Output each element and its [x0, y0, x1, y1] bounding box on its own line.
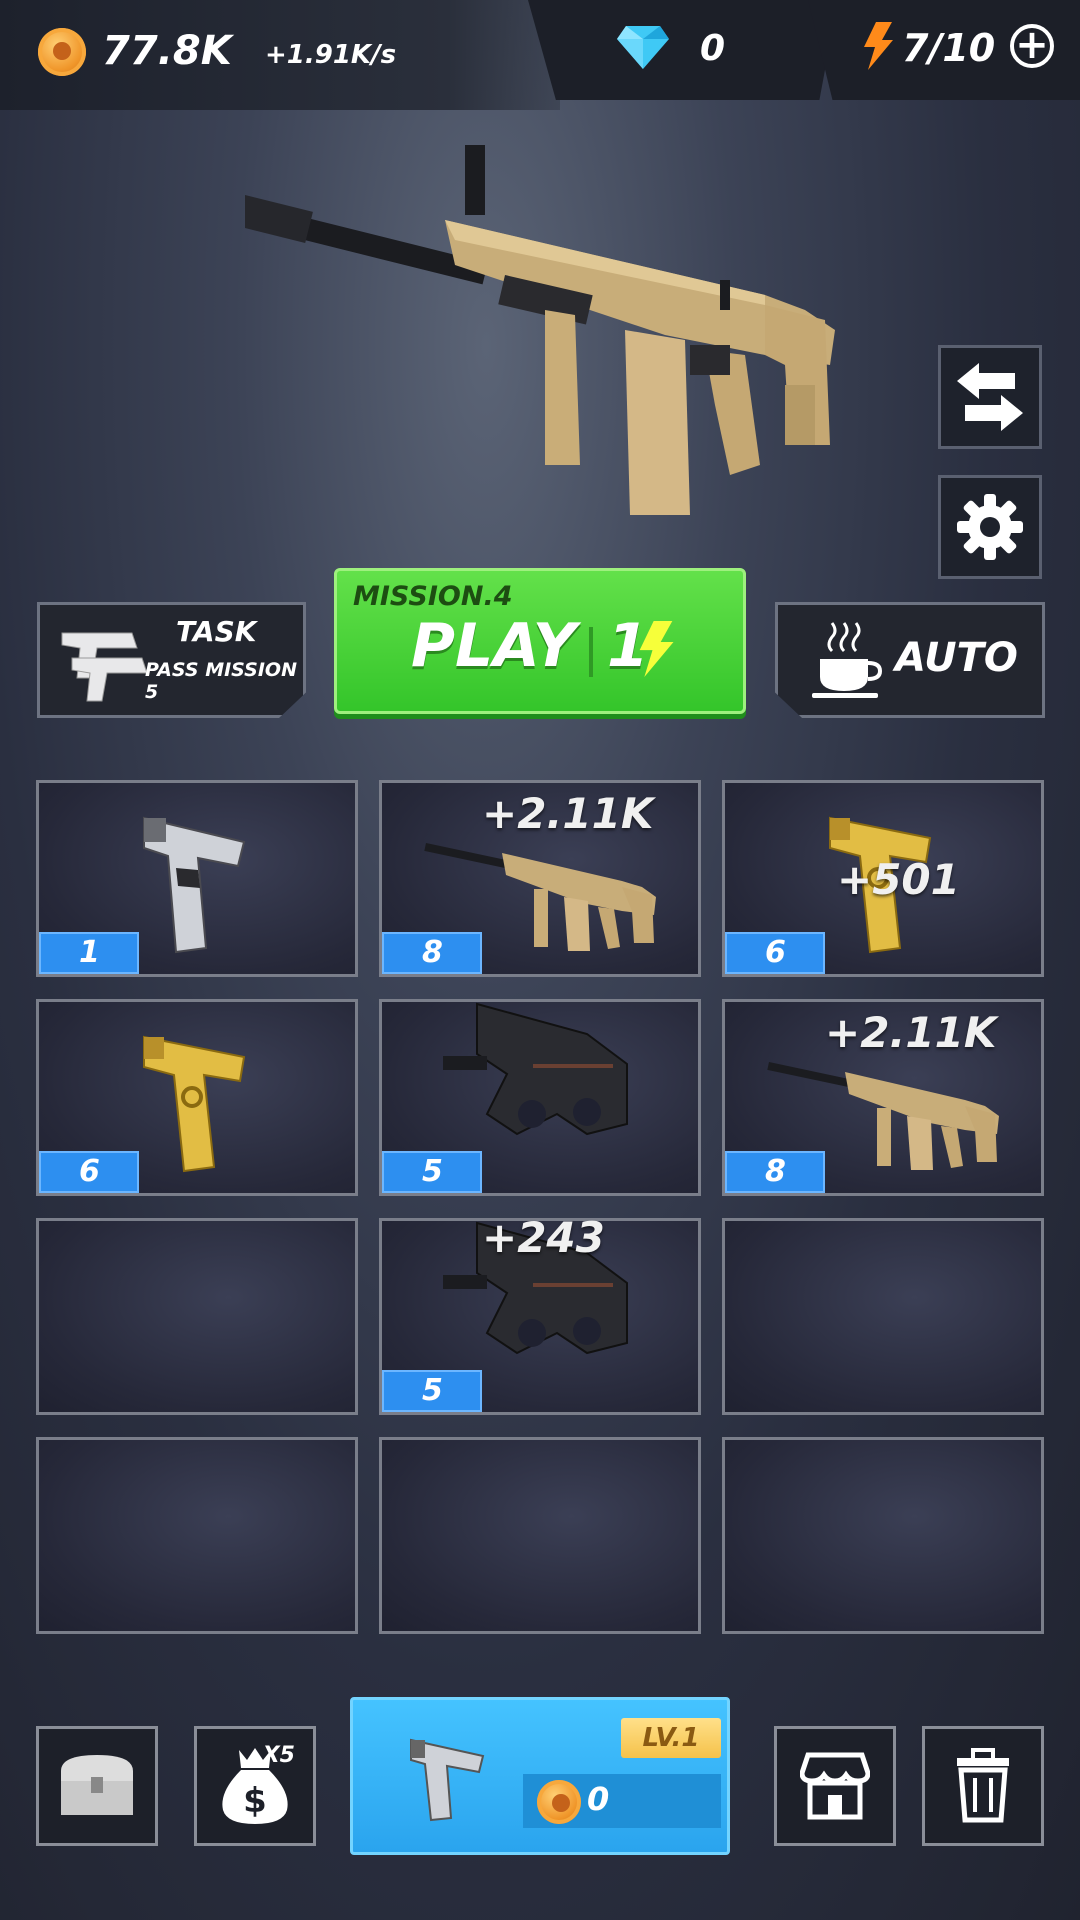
- money-bag-multiplier: X5: [262, 1743, 295, 1768]
- add-energy-button[interactable]: +: [1010, 24, 1054, 68]
- task-description: PASS MISSION 5: [145, 659, 297, 703]
- grid-slot-empty[interactable]: [36, 1437, 358, 1634]
- income-popup: +501: [837, 855, 960, 904]
- play-lightning-icon: [639, 621, 674, 677]
- store-icon: [800, 1752, 870, 1820]
- mission-label: MISSION.4: [353, 581, 513, 612]
- grid-slot-tan-rifle[interactable]: 8 +2.11K: [379, 780, 701, 977]
- chest-icon: [61, 1755, 133, 1815]
- silver-pistol-image: [134, 808, 274, 962]
- gear-icon: [957, 494, 1023, 560]
- grid-slot-gold-pistol[interactable]: 6: [36, 999, 358, 1196]
- income-popup: +243: [482, 1213, 605, 1262]
- gold-pistol-image: [134, 1027, 274, 1181]
- weapon-level-badge: 6: [39, 1151, 139, 1193]
- coin-panel: 77.8K +1.91K/s: [0, 0, 560, 110]
- grid-slot-empty[interactable]: [379, 1437, 701, 1634]
- swap-button[interactable]: [938, 345, 1042, 449]
- diamond-icon: [617, 26, 669, 69]
- buy-weapon-button[interactable]: LV.1 0: [350, 1697, 730, 1855]
- weapon-level-badge: 6: [725, 932, 825, 974]
- energy-count: 7/10: [902, 26, 996, 70]
- buy-level-badge: LV.1: [621, 1718, 721, 1758]
- auto-button[interactable]: AUTO: [775, 602, 1045, 718]
- weapon-level-badge: 5: [382, 1151, 482, 1193]
- grid-slot-black-smg[interactable]: 5 +243: [379, 1213, 701, 1415]
- lightning-icon: [864, 22, 893, 70]
- coin-icon: [38, 28, 86, 76]
- grid-slot-empty[interactable]: [36, 1218, 358, 1415]
- grid-slot-gold-pistol[interactable]: 6 +501: [722, 780, 1044, 977]
- chest-button[interactable]: [36, 1726, 158, 1846]
- settings-button[interactable]: [938, 475, 1042, 579]
- income-popup: +2.11K: [825, 1008, 997, 1057]
- black-smg-image: [437, 994, 637, 1158]
- play-button[interactable]: MISSION.4 PLAY 1: [334, 568, 746, 714]
- top-bar: 77.8K +1.91K/s 0 7/10 +: [0, 0, 1080, 110]
- shop-button[interactable]: [774, 1726, 896, 1846]
- gem-panel: [528, 0, 838, 100]
- grid-slot-silver-pistol[interactable]: 1: [36, 780, 358, 977]
- gem-count: 0: [700, 28, 726, 69]
- grid-slot-empty[interactable]: [722, 1437, 1044, 1634]
- task-title: TASK: [176, 615, 257, 648]
- buy-price: 0: [587, 1780, 610, 1818]
- play-label: PLAY: [411, 611, 577, 681]
- weapon-level-badge: 8: [382, 932, 482, 974]
- weapon-level-badge: 5: [382, 1370, 482, 1412]
- coin-balance: 77.8K: [102, 28, 232, 74]
- buy-pistol-icon: [410, 1738, 485, 1822]
- pistols-icon: [61, 632, 148, 702]
- grid-slot-tan-rifle[interactable]: 8 +2.11K: [722, 999, 1044, 1196]
- auto-label: AUTO: [895, 635, 1018, 681]
- trash-button[interactable]: [922, 1726, 1044, 1846]
- buy-level-text: LV.1: [642, 1723, 700, 1753]
- swap-arrows-icon: [957, 363, 1023, 431]
- play-divider: [589, 627, 593, 677]
- svg-text:$: $: [243, 1781, 267, 1821]
- money-bag-button[interactable]: $ X5: [194, 1726, 316, 1846]
- weapon-level-badge: 8: [725, 1151, 825, 1193]
- task-card[interactable]: TASK PASS MISSION 5: [37, 602, 306, 718]
- featured-rifle-image: [245, 145, 835, 515]
- income-rate: +1.91K/s: [265, 40, 397, 70]
- coffee-cup-icon: [812, 622, 882, 698]
- trash-can-icon: [957, 1748, 1009, 1823]
- weapon-level-badge: 1: [39, 932, 139, 974]
- grid-slot-black-smg[interactable]: 5: [379, 999, 701, 1196]
- income-popup: +2.11K: [482, 789, 654, 838]
- buy-coin-icon: [537, 1780, 581, 1824]
- grid-slot-empty[interactable]: [722, 1218, 1044, 1415]
